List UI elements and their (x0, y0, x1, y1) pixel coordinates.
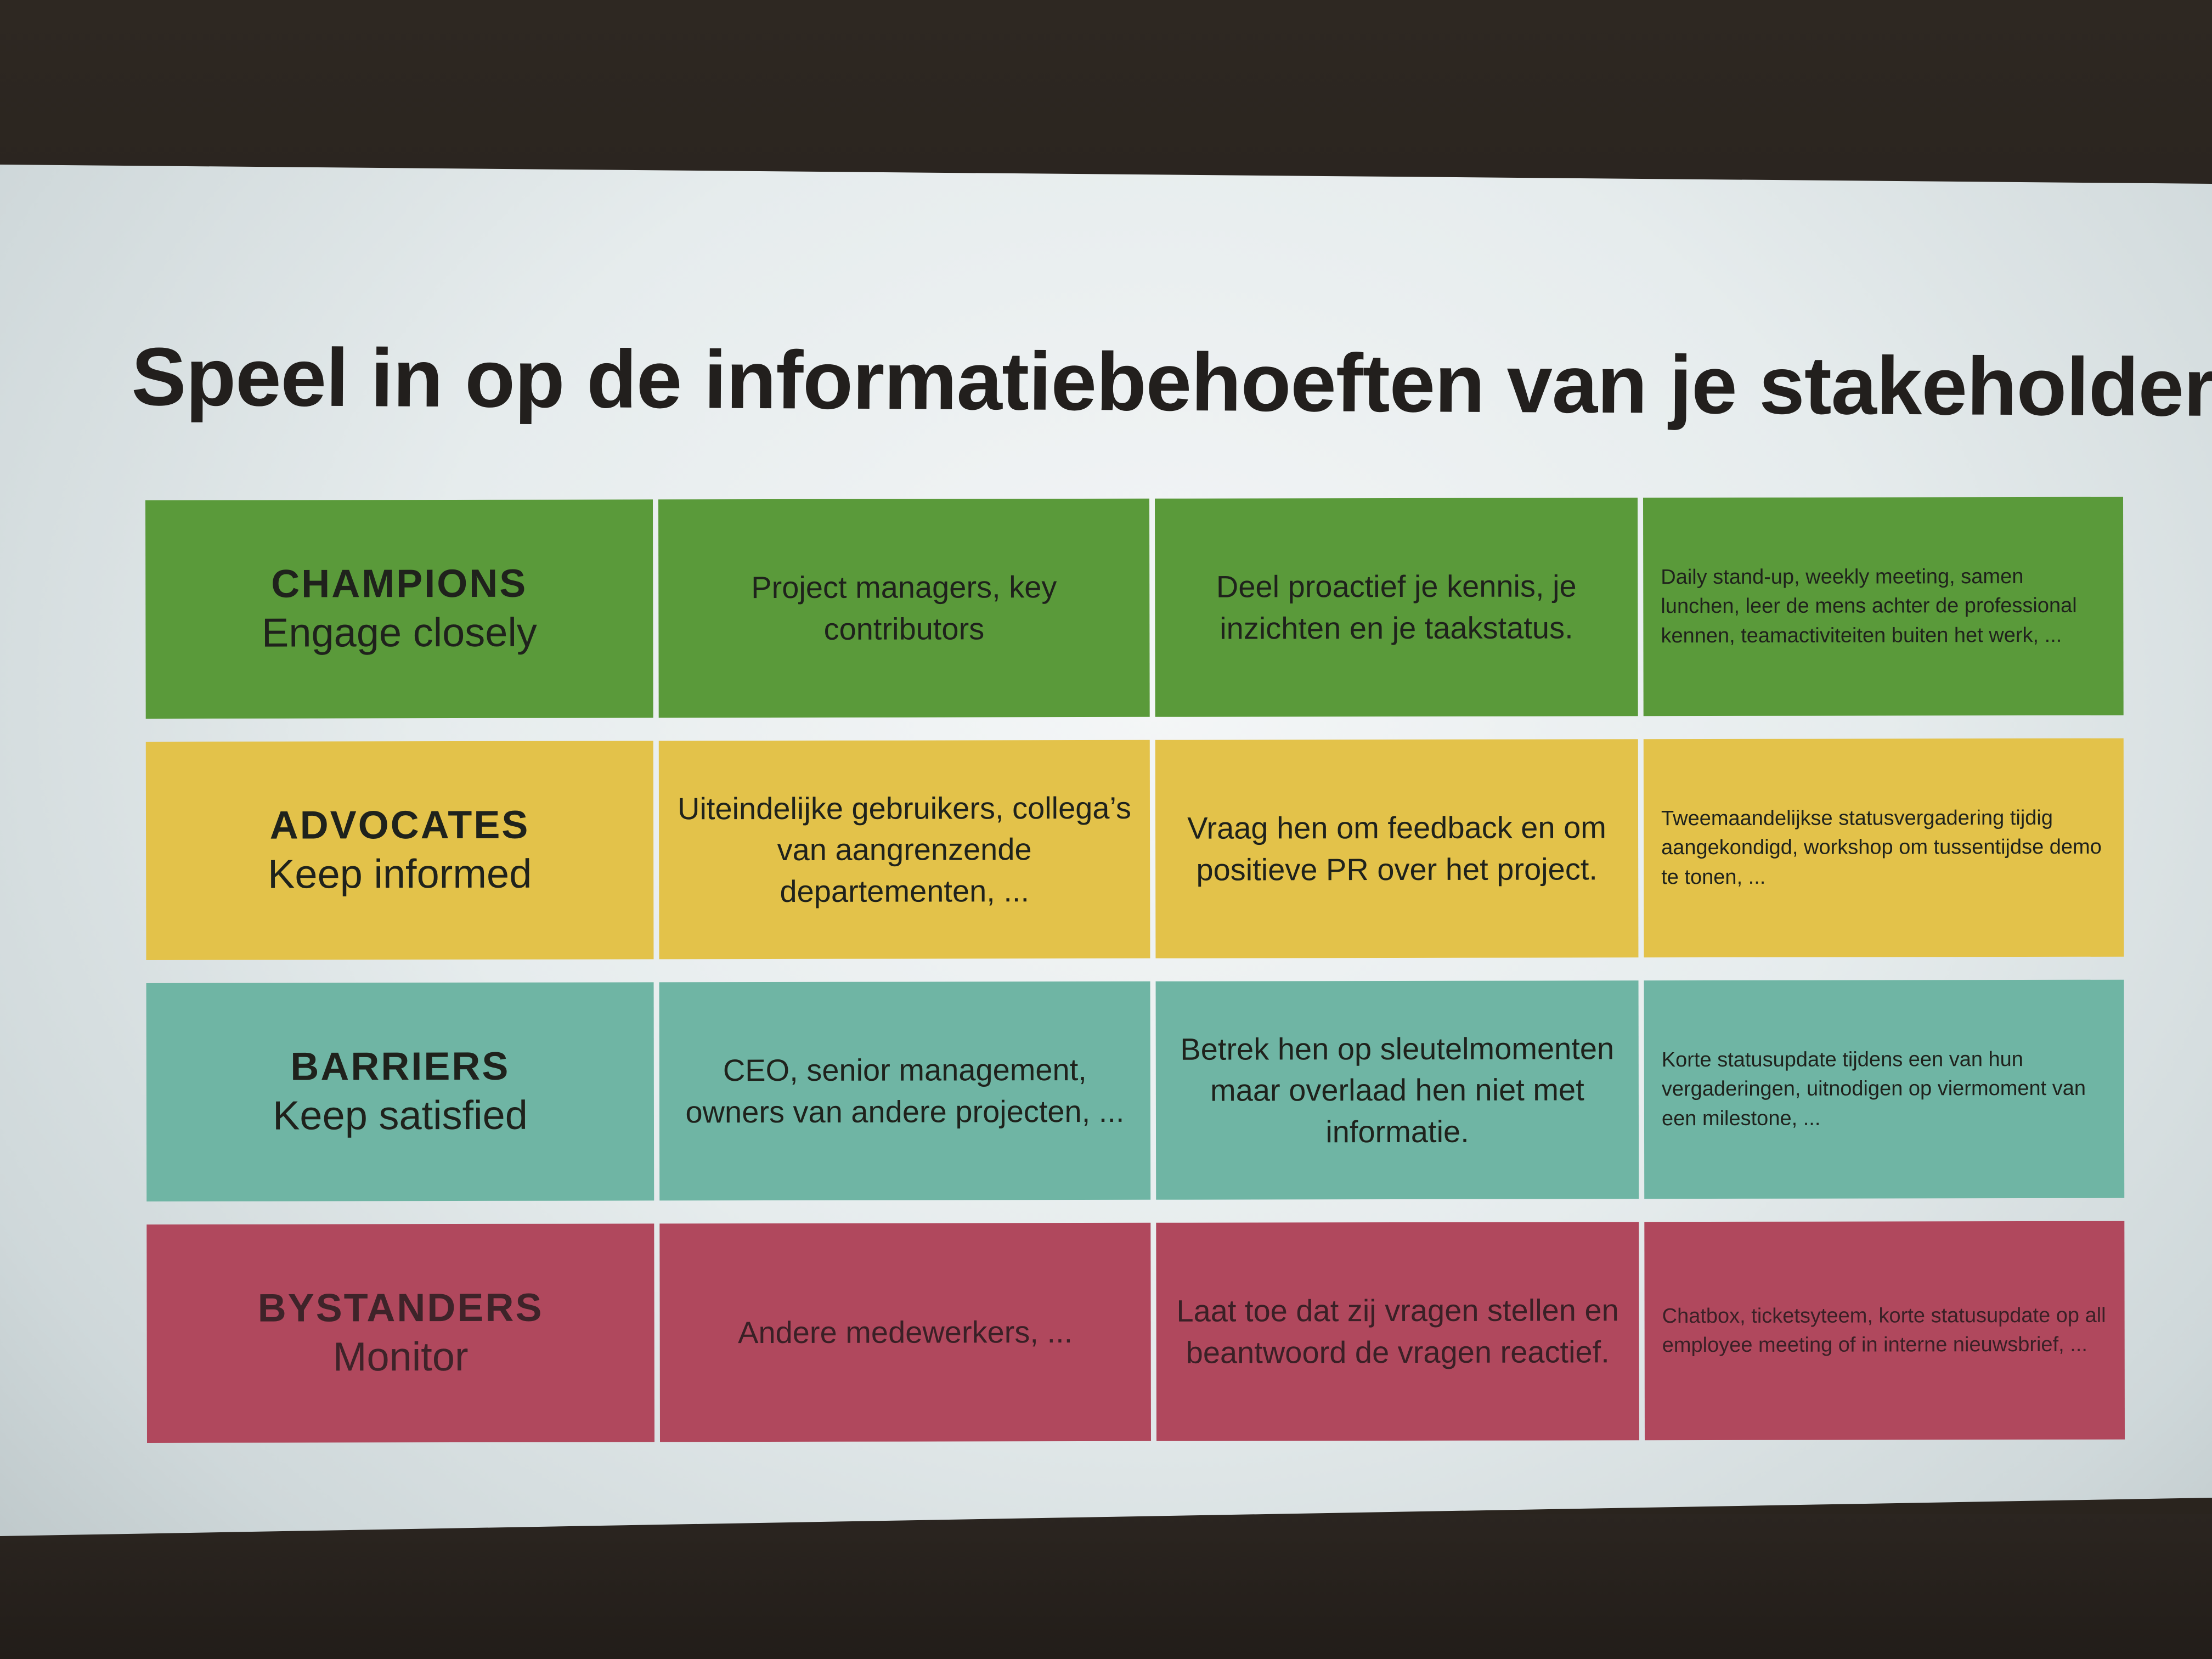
who-cell: Andere medewerkers, ... (659, 1222, 1151, 1442)
room-background-bottom (0, 1514, 2212, 1659)
table-row-advocates: ADVOCATES Keep informed Uiteindelijke ge… (145, 738, 2124, 960)
category-cell: CHAMPIONS Engage closely (145, 499, 653, 719)
examples-cell: Tweemaandelijkse statusvergadering tijdi… (1643, 738, 2124, 958)
examples-cell: Chatbox, ticketsyteem, korte statusupdat… (1644, 1221, 2125, 1441)
examples-cell: Daily stand-up, weekly meeting, samen lu… (1643, 496, 2124, 716)
table-row-barriers: BARRIERS Keep satisfied CEO, senior mana… (146, 979, 2125, 1201)
approach-cell: Laat toe dat zij vragen stellen en beant… (1156, 1222, 1639, 1441)
projection-screen: Speel in op de informatiebehoeften van j… (0, 165, 2212, 1536)
category-cell: ADVOCATES Keep informed (145, 741, 654, 960)
category-name: ADVOCATES (269, 803, 530, 848)
category-name: BYSTANDERS (257, 1285, 544, 1330)
slide-title: Speel in op de informatiebehoeften van j… (131, 330, 2212, 434)
examples-cell: Korte statusupdate tijdens een van hun v… (1644, 979, 2125, 1199)
category-cell: BARRIERS Keep satisfied (146, 982, 654, 1201)
category-action: Monitor (332, 1333, 469, 1380)
who-text: Project managers, key contributors (751, 569, 1057, 646)
examples-text: Chatbox, ticketsyteem, korte statusupdat… (1662, 1304, 2106, 1357)
who-cell: Uiteindelijke gebruikers, collega’s van … (658, 740, 1150, 960)
approach-cell: Betrek hen op sleutelmomenten maar overl… (1155, 980, 1639, 1200)
approach-cell: Deel proactief je kennis, je inzichten e… (1154, 498, 1638, 717)
table-row-bystanders: BYSTANDERS Monitor Andere medewerkers, .… (146, 1221, 2125, 1443)
category-action: Engage closely (261, 609, 537, 656)
who-cell: Project managers, key contributors (658, 498, 1150, 718)
examples-text: Korte statusupdate tijdens een van hun v… (1661, 1048, 2086, 1130)
examples-text: Tweemaandelijkse statusvergadering tijdi… (1661, 806, 2102, 889)
approach-text: Deel proactief je kennis, je inzichten e… (1216, 568, 1577, 646)
who-text: CEO, senior management, owners van ander… (685, 1052, 1125, 1130)
who-text: Andere medewerkers, ... (738, 1314, 1073, 1350)
who-cell: CEO, senior management, owners van ander… (659, 981, 1151, 1201)
approach-cell: Vraag hen om feedback en om positieve PR… (1155, 739, 1639, 958)
approach-text: Vraag hen om feedback en om positieve PR… (1187, 810, 1606, 887)
who-text: Uiteindelijke gebruikers, collega’s van … (677, 790, 1132, 909)
examples-text: Daily stand-up, weekly meeting, samen lu… (1661, 565, 2077, 647)
category-name: CHAMPIONS (271, 561, 528, 606)
category-action: Keep satisfied (272, 1092, 528, 1138)
approach-text: Laat toe dat zij vragen stellen en beant… (1176, 1293, 1619, 1370)
approach-text: Betrek hen op sleutelmomenten maar overl… (1180, 1030, 1615, 1149)
category-action: Keep informed (267, 850, 532, 897)
category-name: BARRIERS (290, 1044, 510, 1089)
table-row-champions: CHAMPIONS Engage closely Project manager… (145, 496, 2124, 719)
category-cell: BYSTANDERS Monitor (146, 1223, 654, 1443)
stakeholder-table: CHAMPIONS Engage closely Project manager… (145, 496, 2125, 1460)
